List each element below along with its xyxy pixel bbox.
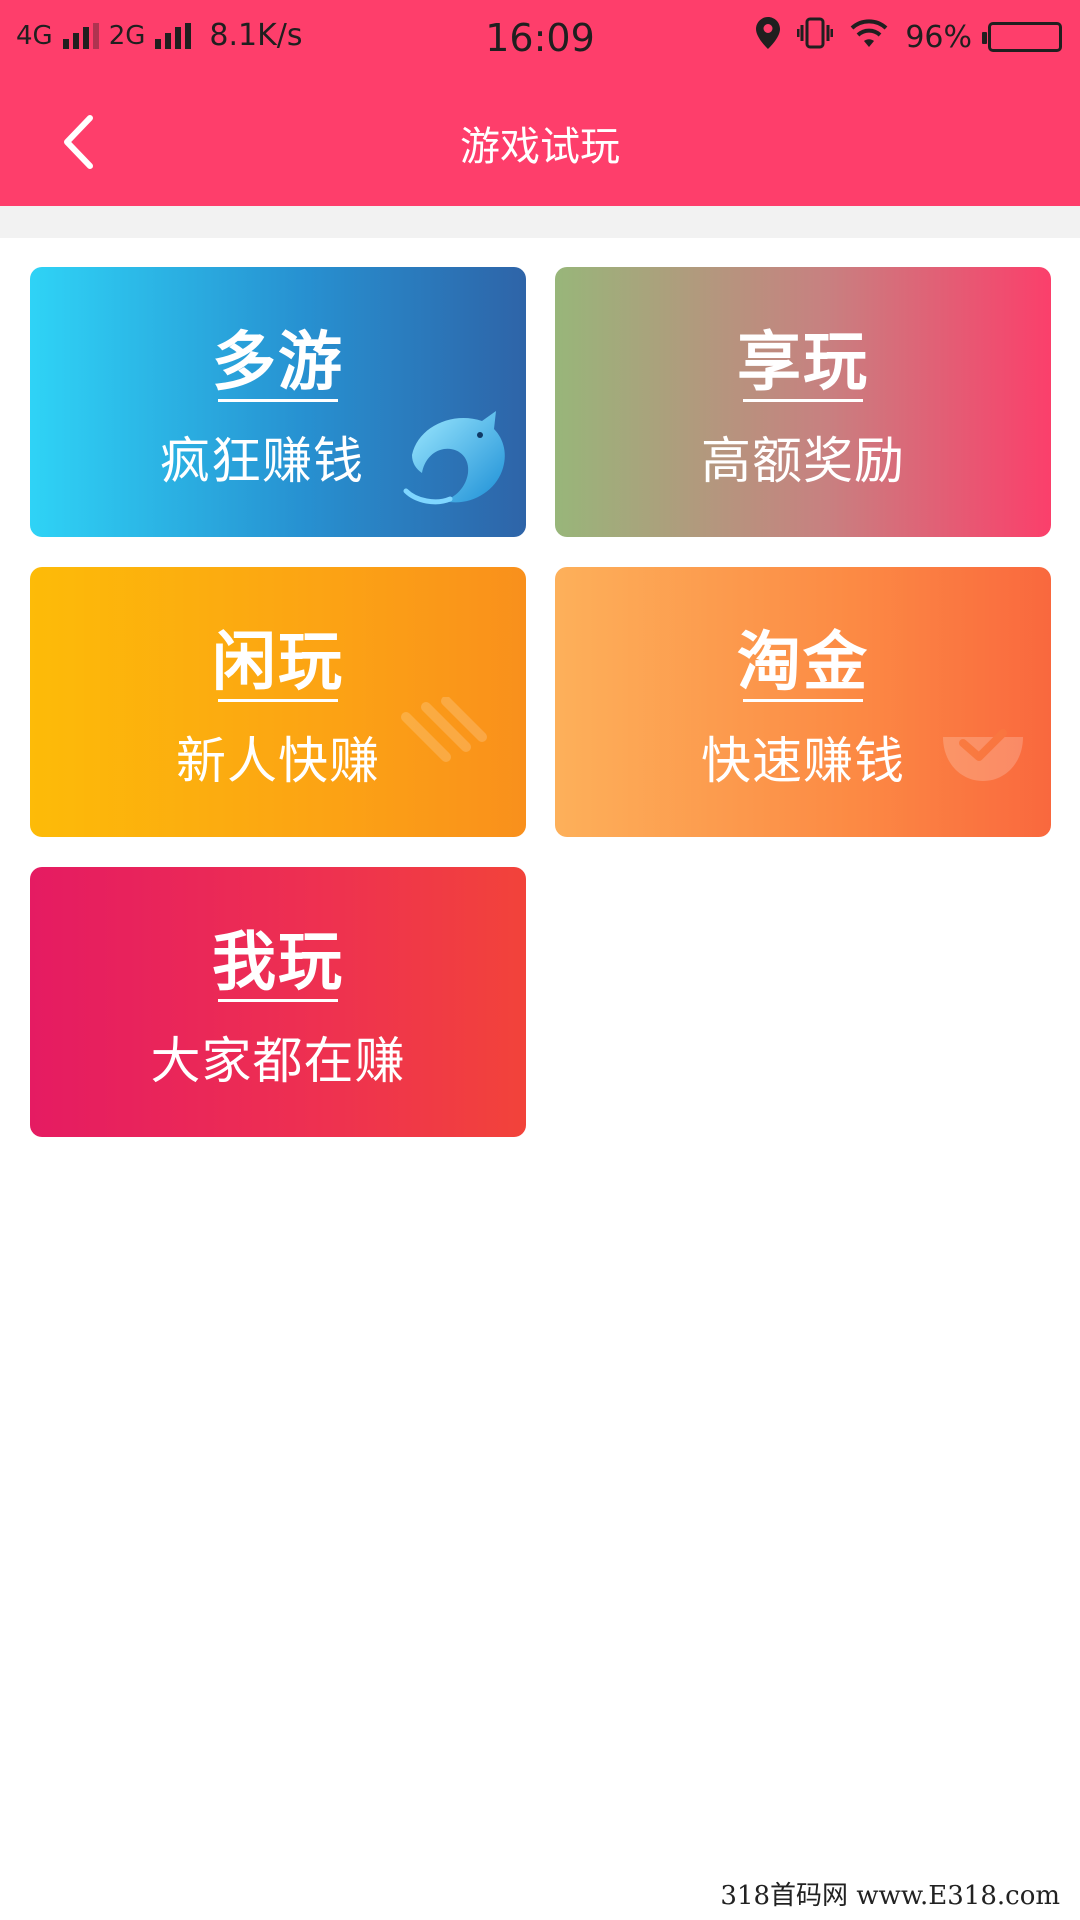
status-bar: 4G 2G 8.1K/s 16:09 96% <box>0 0 1080 78</box>
dolphin-icon <box>403 411 505 505</box>
gold-bowl-icon <box>943 729 1023 781</box>
card-divider <box>743 699 863 702</box>
card-subtitle: 高额奖励 <box>701 432 905 490</box>
app-header: 4G 2G 8.1K/s 16:09 96% 游戏试玩 <box>0 0 1080 206</box>
card-subtitle: 大家都在赚 <box>150 1032 406 1090</box>
vibrate-icon <box>796 16 834 58</box>
title-bar: 游戏试玩 <box>0 92 1080 192</box>
card-divider <box>218 999 338 1002</box>
sparkle-icon <box>401 697 487 762</box>
battery-percent: 96% <box>905 19 972 55</box>
card-xianwan[interactable]: 闲玩 新人快赚 <box>30 567 526 837</box>
status-right: 96% <box>755 16 1062 58</box>
card-title: 多游 <box>212 326 344 400</box>
card-divider <box>743 399 863 402</box>
location-icon <box>755 16 781 58</box>
page-title: 游戏试玩 <box>460 124 620 170</box>
card-duoyou[interactable]: 多游 疯狂赚钱 <box>30 267 526 537</box>
card-xiangwan[interactable]: 享玩 高额奖励 <box>555 267 1051 537</box>
card-title: 闲玩 <box>212 626 344 700</box>
wifi-icon <box>849 17 889 57</box>
card-divider <box>218 699 338 702</box>
card-divider <box>218 399 338 402</box>
watermark: 318首码网 www.E318.com <box>714 1873 1066 1914</box>
header-divider <box>0 206 1080 238</box>
battery-icon <box>982 22 1062 52</box>
card-title: 淘金 <box>737 626 869 700</box>
card-wowan[interactable]: 我玩 大家都在赚 <box>30 867 526 1137</box>
card-title: 我玩 <box>212 926 344 1000</box>
card-taojin[interactable]: 淘金 快速赚钱 <box>555 567 1051 837</box>
card-title: 享玩 <box>737 326 869 400</box>
